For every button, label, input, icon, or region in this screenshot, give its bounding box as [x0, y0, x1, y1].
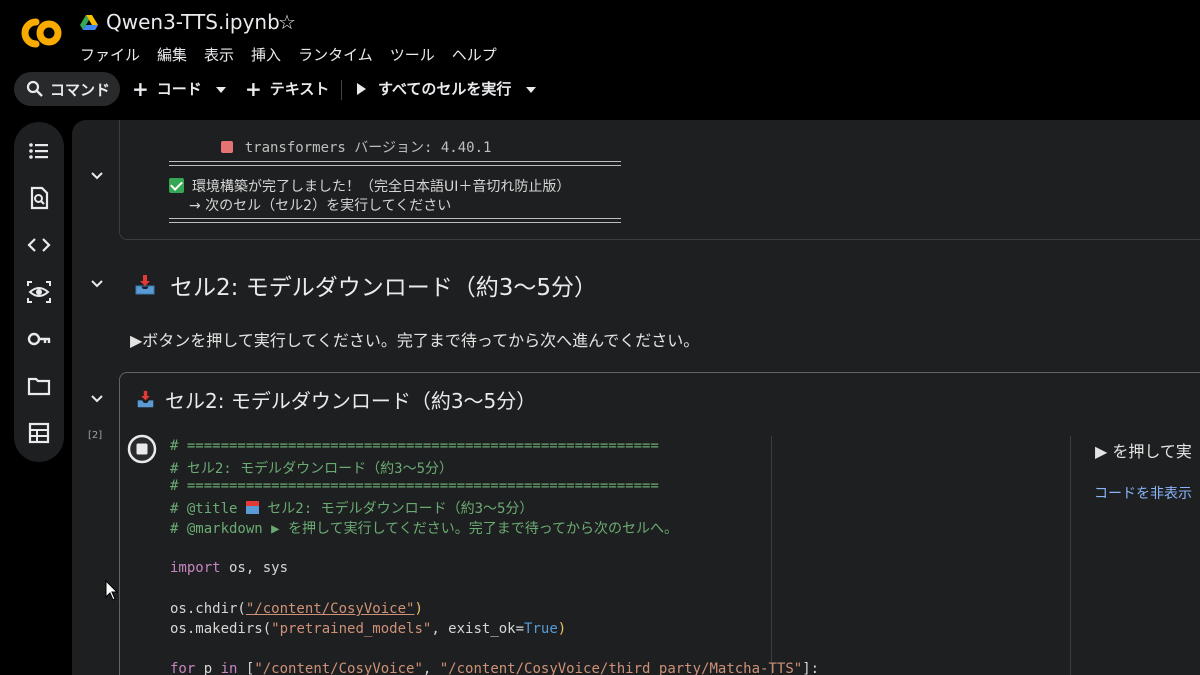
output-separator: [169, 218, 621, 223]
notebook-area[interactable]: transformers バージョン: 4.40.1 環境構築が完了しました！（…: [72, 120, 1200, 675]
code-line: import os, sys: [170, 560, 289, 576]
menu-help[interactable]: ヘルプ: [452, 44, 497, 65]
inbox-tray-icon: [245, 501, 259, 514]
toc-icon[interactable]: [26, 138, 52, 164]
code-form-divider: [771, 436, 772, 675]
output-next-line: → 次のセル（セル2）を実行してください: [189, 198, 452, 214]
code-line: # ======================================…: [170, 438, 659, 454]
output-done-line: 環境構築が完了しました！（完全日本語UI＋音切れ防止版）: [169, 176, 570, 196]
code-line: # @title セル2: モデルダウンロード（約3〜5分）: [170, 501, 534, 517]
collapse-chevron-icon[interactable]: [90, 277, 104, 291]
plus-icon: +: [132, 76, 149, 101]
files-folder-icon[interactable]: [26, 373, 52, 399]
header-bar: Qwen3-TTS.ipynb ☆ ファイル 編集 表示 挿入 ランタイム ツー…: [0, 0, 1200, 68]
inbox-tray-icon: [137, 390, 154, 408]
data-table-icon[interactable]: [26, 420, 52, 446]
form-markdown-text: ▶ を押して実: [1095, 442, 1192, 461]
collapse-chevron-icon[interactable]: [90, 392, 104, 406]
execution-count: [2]: [88, 430, 103, 441]
code-snippets-icon[interactable]: [26, 232, 52, 258]
output-separator: [169, 161, 621, 166]
command-label: コマンド: [50, 80, 111, 99]
menu-edit[interactable]: 編集: [157, 44, 187, 65]
menu-insert[interactable]: 挿入: [251, 44, 281, 65]
toolbar-divider: [341, 80, 342, 100]
code-line: # セル2: モデルダウンロード（約3〜5分）: [170, 461, 453, 477]
left-sidebar: [14, 122, 64, 462]
section-heading-text: セル2: モデルダウンロード（約3〜5分）: [170, 275, 597, 301]
add-text-label: テキスト: [269, 80, 330, 98]
markdown-body: ▶ボタンを押して実行してください。完了まで待ってから次へ進んでください。: [130, 331, 700, 350]
menu-tools[interactable]: ツール: [390, 44, 435, 65]
secrets-key-icon[interactable]: [26, 326, 52, 352]
code-line: # ======================================…: [170, 478, 659, 494]
google-drive-icon[interactable]: [80, 15, 98, 31]
add-text-button[interactable]: + テキスト: [245, 78, 329, 99]
command-palette-button[interactable]: コマンド: [14, 72, 120, 106]
form-panel-divider: [1070, 436, 1071, 675]
check-icon: [169, 178, 184, 193]
search-icon: [26, 80, 43, 97]
variables-icon[interactable]: [26, 279, 52, 305]
mouse-cursor-icon: [105, 580, 119, 601]
run-all-label: すべてのセルを実行: [378, 80, 512, 98]
notebook-title[interactable]: Qwen3-TTS.ipynb: [106, 10, 280, 34]
menu-runtime[interactable]: ランタイム: [298, 44, 373, 65]
toolbar: コマンド + コード + テキスト すべてのセルを実行: [0, 72, 1200, 108]
add-code-label: コード: [156, 80, 202, 98]
run-all-dropdown-icon[interactable]: [526, 87, 536, 93]
plus-icon: +: [245, 76, 262, 101]
code-line: # @markdown ▶ を押して実行してください。完了まで待ってから次のセル…: [170, 521, 679, 537]
hide-code-link[interactable]: コードを非表示: [1094, 483, 1192, 503]
inbox-tray-icon: [135, 275, 155, 295]
play-icon: [357, 82, 366, 95]
menu-view[interactable]: 表示: [204, 44, 234, 65]
add-code-button[interactable]: + コード: [132, 78, 202, 99]
code-line: os.chdir("/content/CosyVoice"): [170, 601, 423, 617]
colab-logo[interactable]: [16, 14, 64, 52]
section-heading: セル2: モデルダウンロード（約3〜5分）: [134, 268, 597, 302]
star-icon[interactable]: ☆: [278, 10, 296, 34]
find-icon[interactable]: [26, 185, 52, 211]
code-line: os.makedirs("pretrained_models", exist_o…: [170, 621, 567, 637]
menu-file[interactable]: ファイル: [80, 44, 140, 65]
package-icon: [220, 141, 233, 153]
stop-execution-icon[interactable]: [127, 434, 157, 464]
add-code-dropdown-icon[interactable]: [216, 87, 226, 93]
cell-form-title: セル2: モデルダウンロード（約3〜5分）: [136, 385, 536, 414]
run-all-button[interactable]: すべてのセルを実行: [357, 78, 511, 99]
cell-form-title-text: セル2: モデルダウンロード（約3〜5分）: [165, 389, 537, 413]
collapse-chevron-icon[interactable]: [90, 169, 104, 183]
code-line: for p in ["/content/CosyVoice", "/conten…: [170, 661, 820, 675]
menu-bar: ファイル 編集 表示 挿入 ランタイム ツール ヘルプ: [80, 44, 514, 65]
